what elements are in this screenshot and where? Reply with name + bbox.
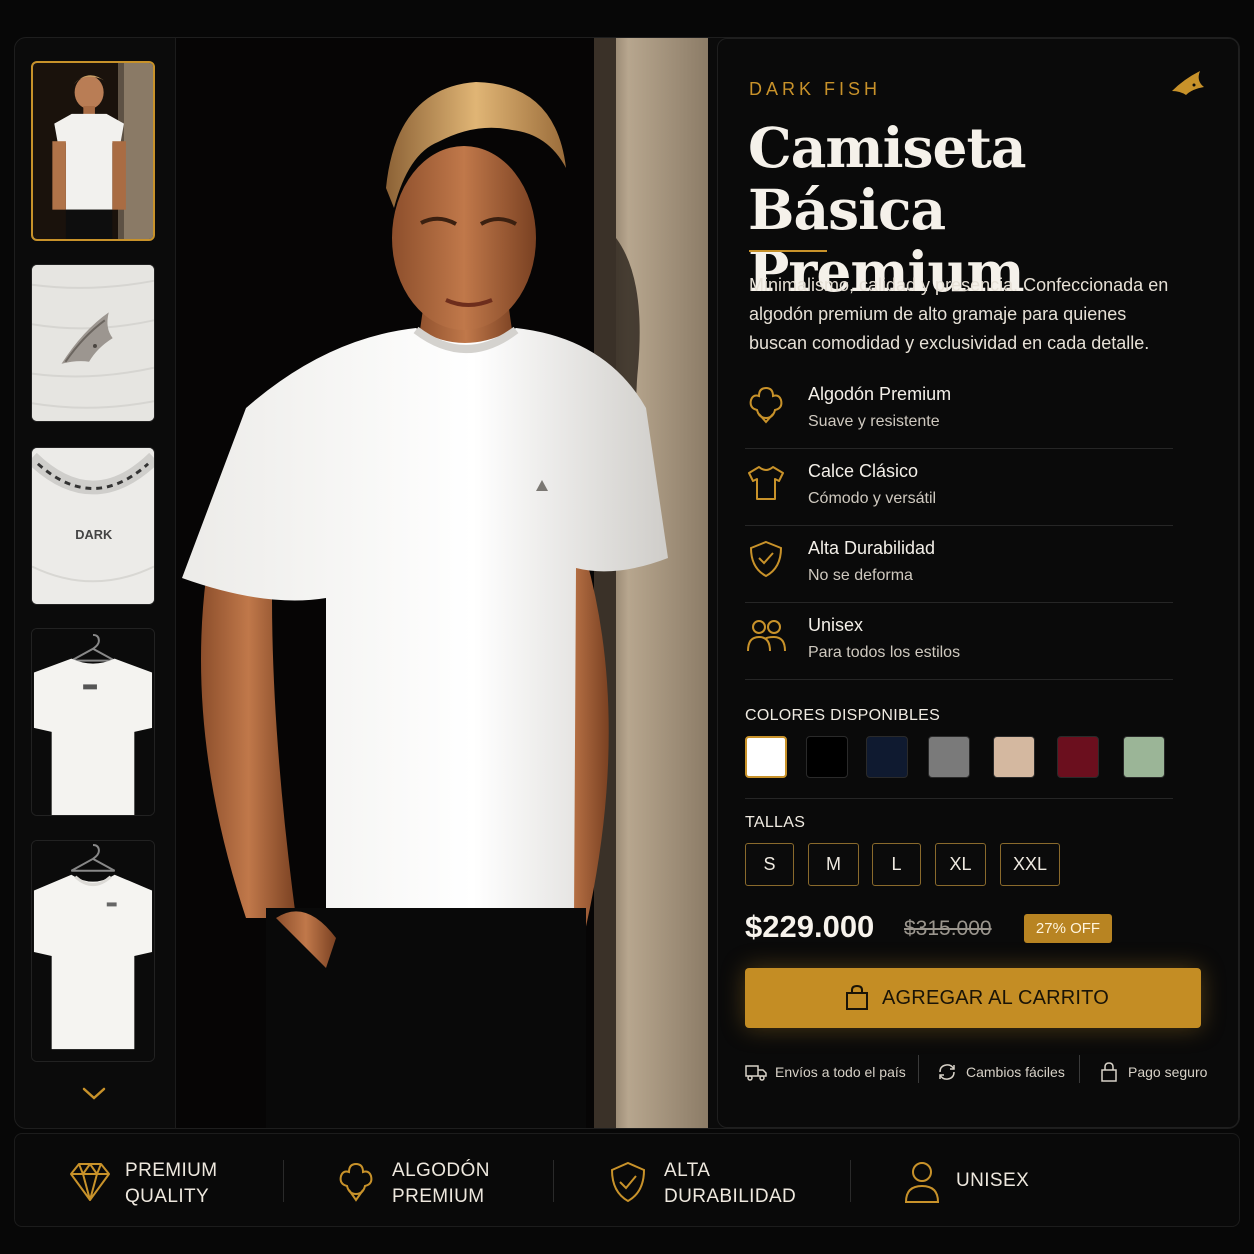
refresh-icon bbox=[939, 1064, 955, 1080]
fish-logo-icon bbox=[1172, 71, 1204, 95]
chevron-down-icon[interactable] bbox=[80, 1083, 108, 1103]
person-icon bbox=[904, 1162, 940, 1203]
feature-item: Unisex Para todos los estilos bbox=[745, 603, 1173, 680]
thumbnail-back-hanger[interactable] bbox=[31, 628, 155, 816]
thumbnail-logo-detail[interactable] bbox=[31, 264, 155, 422]
trust-payment: Pago seguro bbox=[1098, 1057, 1207, 1087]
shopping-bag-icon bbox=[846, 985, 868, 1010]
size-option-l[interactable]: L bbox=[872, 843, 921, 886]
thumbnail-front-hanger[interactable] bbox=[31, 840, 155, 1062]
feature-title: Calce Clásico bbox=[808, 461, 919, 481]
product-title-line1: Camiseta Básica bbox=[748, 115, 1027, 242]
tshirt-icon bbox=[748, 466, 784, 500]
badge-separator bbox=[283, 1160, 284, 1202]
people-icon bbox=[747, 620, 786, 652]
thumbnail-model-front[interactable] bbox=[31, 61, 155, 241]
badge-line2: PREMIUM bbox=[392, 1186, 485, 1207]
product-description: Minimalismo, calidad y presencia. Confec… bbox=[749, 275, 1169, 353]
trust-shipping: Envíos a todo el país bbox=[745, 1057, 906, 1087]
original-price: $315.000 bbox=[904, 917, 992, 940]
badge-label: ALGODÓN PREMIUM bbox=[392, 1158, 490, 1210]
colors-label: COLORES DISPONIBLES bbox=[745, 707, 941, 724]
trust-payment-label: Pago seguro bbox=[1128, 1064, 1208, 1080]
badge-label: UNISEX bbox=[956, 1168, 1029, 1194]
feature-title: Alta Durabilidad bbox=[808, 538, 936, 558]
feature-title: Unisex bbox=[808, 615, 864, 635]
feature-item: Alta Durabilidad No se deforma bbox=[745, 526, 1173, 603]
color-swatch-burgundy[interactable] bbox=[1057, 736, 1099, 778]
feature-title: Algodón Premium bbox=[808, 384, 952, 404]
feature-list: Algodón Premium Suave y resistente Calce… bbox=[745, 372, 1173, 680]
badge-label: PREMIUM QUALITY bbox=[125, 1158, 218, 1210]
color-swatch-navy[interactable] bbox=[866, 736, 908, 778]
thumbnail-column: DARK bbox=[14, 37, 176, 1129]
title-underline bbox=[749, 250, 827, 252]
size-option-xxl[interactable]: XXL bbox=[1000, 843, 1060, 886]
trust-shipping-label: Envíos a todo el país bbox=[775, 1064, 906, 1080]
color-swatch-beige[interactable] bbox=[993, 736, 1035, 778]
color-swatch-white[interactable] bbox=[745, 736, 787, 778]
trust-returns-label: Cambios fáciles bbox=[966, 1064, 1065, 1080]
badge-separator bbox=[850, 1160, 851, 1202]
cotton-icon bbox=[749, 386, 783, 424]
badge-label: ALTA DURABILIDAD bbox=[664, 1158, 796, 1210]
product-hero-image bbox=[176, 38, 708, 1128]
feature-item: Calce Clásico Cómodo y versátil bbox=[745, 449, 1173, 526]
cotton-icon bbox=[339, 1162, 373, 1202]
size-option-xl[interactable]: XL bbox=[935, 843, 986, 886]
diamond-icon bbox=[70, 1163, 110, 1201]
color-swatch-sage[interactable] bbox=[1123, 736, 1165, 778]
badge-line2: QUALITY bbox=[125, 1186, 210, 1207]
feature-item: Algodón Premium Suave y resistente bbox=[745, 372, 1173, 449]
trust-separator bbox=[918, 1055, 919, 1083]
section-divider bbox=[745, 798, 1173, 799]
lock-icon bbox=[1101, 1062, 1117, 1082]
trust-separator bbox=[1079, 1055, 1080, 1083]
feature-subtitle: Suave y resistente bbox=[808, 413, 940, 430]
discount-badge: 27% OFF bbox=[1024, 914, 1112, 943]
badge-separator bbox=[553, 1160, 554, 1202]
badge-line1: PREMIUM bbox=[125, 1160, 218, 1181]
collar-label-text: DARK bbox=[75, 527, 113, 542]
badge-line1: ALTA bbox=[664, 1160, 711, 1181]
add-to-cart-label: AGREGAR AL CARRITO bbox=[882, 987, 1109, 1009]
thumbnail-collar-label[interactable]: DARK bbox=[31, 447, 155, 605]
shield-check-icon bbox=[610, 1161, 646, 1203]
shield-check-icon bbox=[749, 540, 783, 578]
size-option-s[interactable]: S bbox=[745, 843, 794, 886]
current-price: $229.000 bbox=[745, 909, 875, 944]
feature-subtitle: Para todos los estilos bbox=[808, 644, 961, 661]
feature-subtitle: Cómodo y versátil bbox=[808, 490, 937, 507]
add-to-cart-button[interactable]: AGREGAR AL CARRITO bbox=[745, 968, 1201, 1028]
truck-icon bbox=[745, 1065, 767, 1081]
sizes-label: TALLAS bbox=[745, 814, 806, 831]
trust-returns: Cambios fáciles bbox=[936, 1057, 1065, 1087]
color-swatch-gray[interactable] bbox=[928, 736, 970, 778]
brand-name: DARK FISH bbox=[749, 79, 882, 99]
badge-line2: DURABILIDAD bbox=[664, 1186, 797, 1207]
feature-subtitle: No se deforma bbox=[808, 567, 913, 584]
badge-line1: ALGODÓN bbox=[392, 1160, 490, 1181]
color-swatch-black[interactable] bbox=[806, 736, 848, 778]
size-option-m[interactable]: M bbox=[808, 843, 859, 886]
benefits-strip: PREMIUM QUALITY ALGODÓN PREMIUM ALTA DUR… bbox=[14, 1133, 1240, 1227]
product-details-panel: DARK FISH Camiseta Básica Premium Minima… bbox=[717, 38, 1239, 1128]
badge-line1: UNISEX bbox=[956, 1170, 1030, 1191]
